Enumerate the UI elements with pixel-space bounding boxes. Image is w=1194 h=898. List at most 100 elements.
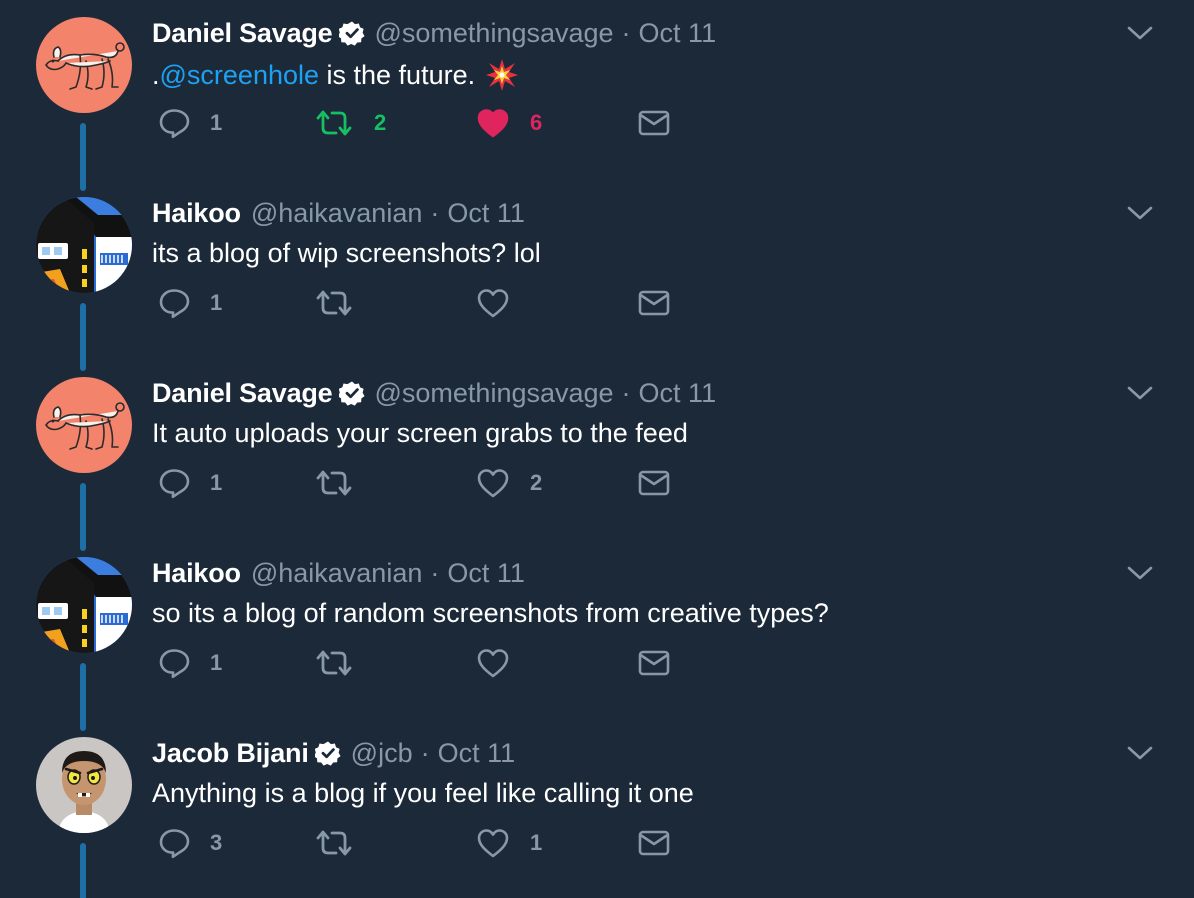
collision-emoji-icon: [485, 58, 519, 92]
tweet-date[interactable]: Oct 11: [639, 378, 717, 409]
envelope-icon: [637, 289, 671, 317]
reply-button[interactable]: 1: [158, 100, 222, 146]
retweet-button[interactable]: [314, 820, 354, 866]
heart-icon: [476, 827, 510, 859]
retweet-icon: [314, 288, 354, 318]
tweet-header: Jacob Bijani @jcb · Oct 11: [152, 736, 515, 770]
reply-button[interactable]: 3: [158, 820, 222, 866]
separator: ·: [430, 557, 440, 588]
tweet-header: Daniel Savage @somethingsavage · Oct 11: [152, 376, 716, 410]
display-name[interactable]: Daniel Savage: [152, 378, 333, 409]
reply-icon: [158, 827, 190, 859]
retweet-button[interactable]: [314, 280, 354, 326]
tweet[interactable]: Daniel Savage @somethingsavage · Oct 11 …: [0, 0, 1194, 191]
tweet-header: Daniel Savage @somethingsavage · Oct 11: [152, 16, 716, 50]
cartoon-man-avatar-icon: [36, 737, 132, 833]
reply-icon: [158, 287, 190, 319]
avatar[interactable]: [36, 197, 132, 293]
retweet-button[interactable]: [314, 460, 354, 506]
tweet-text: . @screenhole is the future.: [152, 58, 519, 92]
retweet-icon: [314, 828, 354, 858]
like-button[interactable]: [476, 640, 510, 686]
reply-count: 1: [210, 470, 223, 495]
heart-icon: [476, 647, 510, 679]
heart-icon: [476, 467, 510, 499]
direct-message-button[interactable]: [637, 640, 671, 686]
retweet-icon: [314, 468, 354, 498]
building-avatar-icon: [36, 557, 132, 653]
heart-filled-icon: [476, 107, 510, 139]
tweet[interactable]: Daniel Savage @somethingsavage · Oct 11 …: [0, 360, 1194, 551]
avatar[interactable]: [36, 737, 132, 833]
verified-badge-icon: [315, 740, 341, 766]
direct-message-button[interactable]: [637, 100, 671, 146]
like-button[interactable]: 2: [476, 460, 542, 506]
direct-message-button[interactable]: [637, 460, 671, 506]
direct-message-button[interactable]: [637, 820, 671, 866]
chevron-down-icon[interactable]: [1126, 742, 1154, 764]
chevron-down-icon[interactable]: [1126, 202, 1154, 224]
tweet-actions: 1: [0, 640, 800, 686]
tweet[interactable]: Haikoo @haikavanian · Oct 11 so its a bl…: [0, 540, 1194, 731]
tweet-actions: 1 2 6: [0, 100, 800, 146]
user-handle[interactable]: @somethingsavage: [375, 18, 614, 49]
user-handle[interactable]: @somethingsavage: [375, 378, 614, 409]
avatar[interactable]: [36, 17, 132, 113]
retweet-icon: [314, 648, 354, 678]
envelope-icon: [637, 649, 671, 677]
user-handle[interactable]: @jcb: [351, 738, 413, 769]
separator: ·: [430, 197, 440, 228]
tweet[interactable]: Jacob Bijani @jcb · Oct 11 Anything is a…: [0, 720, 1194, 898]
display-name[interactable]: Haikoo: [152, 558, 241, 589]
retweet-button[interactable]: 2: [314, 100, 386, 146]
tweet-text: Anything is a blog if you feel like call…: [152, 778, 694, 808]
chevron-down-icon[interactable]: [1126, 562, 1154, 584]
dog-avatar-icon: [36, 377, 132, 473]
chevron-down-icon[interactable]: [1126, 382, 1154, 404]
tweet-text: so its a blog of random screenshots from…: [152, 598, 829, 628]
user-handle[interactable]: @haikavanian: [251, 558, 423, 589]
reply-icon: [158, 467, 190, 499]
like-button[interactable]: [476, 280, 510, 326]
reply-button[interactable]: 1: [158, 460, 222, 506]
direct-message-button[interactable]: [637, 280, 671, 326]
user-handle[interactable]: @haikavanian: [251, 198, 423, 229]
tweet-date[interactable]: Oct 11: [639, 18, 717, 49]
avatar[interactable]: [36, 557, 132, 653]
display-name[interactable]: Haikoo: [152, 198, 241, 229]
tweet-date[interactable]: Oct 11: [438, 738, 516, 769]
like-count: 2: [530, 470, 543, 495]
reply-icon: [158, 647, 190, 679]
tweet-actions: 1: [0, 280, 800, 326]
reply-button[interactable]: 1: [158, 280, 222, 326]
chevron-down-icon[interactable]: [1126, 22, 1154, 44]
building-avatar-icon: [36, 197, 132, 293]
reply-count: 1: [210, 650, 223, 675]
tweet-actions: 3 1: [0, 820, 800, 866]
mention-link[interactable]: @screenhole: [160, 60, 320, 91]
tweet-header: Haikoo @haikavanian · Oct 11: [152, 556, 525, 590]
verified-badge-icon: [339, 20, 365, 46]
retweet-icon: [314, 108, 354, 138]
dog-avatar-icon: [36, 17, 132, 113]
tweet-date[interactable]: Oct 11: [447, 558, 525, 589]
like-button[interactable]: 6: [476, 100, 542, 146]
tweet-date[interactable]: Oct 11: [447, 198, 525, 229]
tweet-text-body: is the future.: [319, 59, 476, 90]
envelope-icon: [637, 109, 671, 137]
heart-icon: [476, 287, 510, 319]
tweet-header: Haikoo @haikavanian · Oct 11: [152, 196, 525, 230]
reply-count: 1: [210, 110, 223, 135]
separator: ·: [621, 377, 631, 408]
tweet-text: its a blog of wip screenshots? lol: [152, 238, 541, 268]
like-button[interactable]: 1: [476, 820, 542, 866]
display-name[interactable]: Jacob Bijani: [152, 738, 309, 769]
reply-count: 3: [210, 830, 223, 855]
reply-button[interactable]: 1: [158, 640, 222, 686]
separator: ·: [621, 17, 631, 48]
display-name[interactable]: Daniel Savage: [152, 18, 333, 49]
retweet-button[interactable]: [314, 640, 354, 686]
avatar[interactable]: [36, 377, 132, 473]
tweet[interactable]: Haikoo @haikavanian · Oct 11 its a blog …: [0, 180, 1194, 371]
verified-badge-icon: [339, 380, 365, 406]
